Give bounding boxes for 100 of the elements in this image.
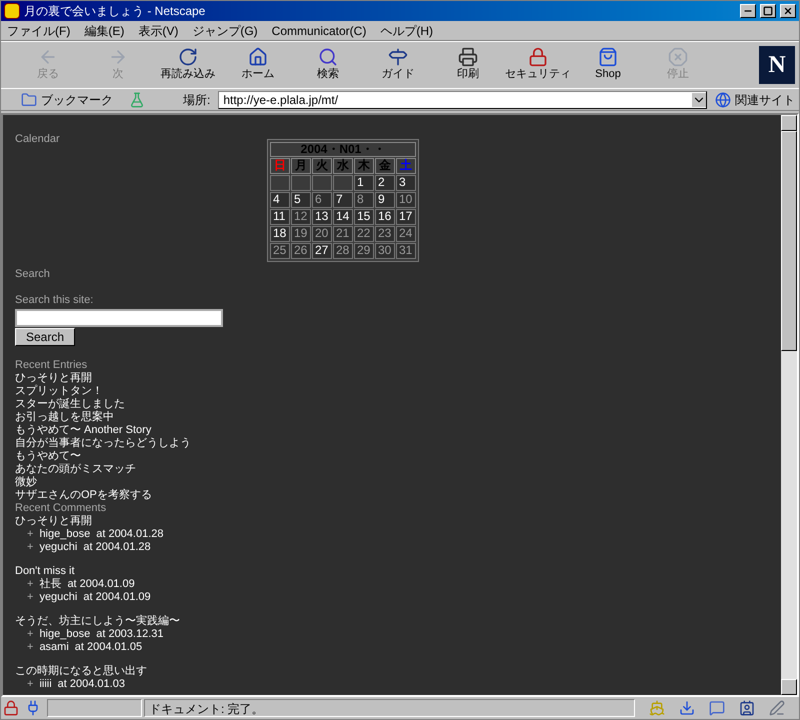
calendar-day-link[interactable]: 4 (270, 192, 290, 208)
entry-link[interactable]: スターが誕生しました (15, 398, 781, 411)
entry-link[interactable]: もうやめて〜 Another Story (15, 424, 781, 437)
post-link[interactable]: Don't miss it (15, 565, 781, 578)
menu-item[interactable]: Communicator(C) (272, 22, 366, 40)
scrollbar[interactable] (781, 115, 797, 695)
url-field[interactable]: http://ye-e.plala.jp/mt/ (218, 90, 707, 108)
calendar-day-link[interactable]: 15 (354, 209, 374, 225)
calendar-day: 23 (375, 226, 395, 242)
comment-date: at 2004.01.28 (83, 541, 151, 554)
calendar-day-link[interactable]: 14 (333, 209, 353, 225)
calendar-day: 25 (270, 243, 290, 259)
entry-link[interactable]: 自分が当事者になったらどうしよう (15, 437, 781, 450)
status-text: ドキュメント: 完了。 (149, 702, 264, 716)
calendar-day-link[interactable]: 16 (375, 209, 395, 225)
entry-link[interactable]: あなたの頭がミスマッチ (15, 463, 781, 476)
search-label: Search this site: (15, 294, 94, 307)
chat-icon[interactable] (709, 700, 725, 716)
bullet: + (27, 591, 34, 604)
download-icon[interactable] (679, 700, 695, 716)
pen-icon[interactable] (769, 700, 785, 716)
flask-icon (129, 92, 145, 108)
search-button[interactable]: Search (15, 328, 75, 346)
calendar-day-link[interactable]: 18 (270, 226, 290, 242)
search-field[interactable] (15, 309, 223, 327)
bullet: + (27, 528, 34, 541)
contact-card-icon[interactable] (739, 700, 755, 716)
comment-date: at 2004.01.03 (58, 678, 125, 691)
entry-link[interactable]: もうやめて〜 (15, 450, 781, 463)
calendar-day-link[interactable]: 17 (396, 209, 416, 225)
menu-item[interactable]: ヘルプ(H) (380, 22, 434, 40)
entry-link[interactable]: 微妙 (15, 476, 781, 489)
calendar-day-link[interactable]: 9 (375, 192, 395, 208)
post-link[interactable]: この時期になると思い出す (15, 665, 781, 678)
stop-icon (668, 47, 688, 67)
globe-icon (715, 92, 731, 108)
reload-icon (178, 47, 198, 67)
calendar-day-link[interactable]: 3 (396, 175, 416, 191)
app-icon (4, 3, 20, 19)
calendar-day: 31 (396, 243, 416, 259)
post-link[interactable]: ひっそりと再開 (15, 515, 781, 528)
maximize-icon (763, 6, 773, 16)
dropdown-icon (692, 92, 706, 106)
comment-author-link[interactable]: hige_bose (39, 528, 90, 541)
calendar-day-link[interactable]: 7 (333, 192, 353, 208)
calendar-day: 24 (396, 226, 416, 242)
calendar-day-link[interactable]: 11 (270, 209, 290, 225)
comment-author-link[interactable]: hige_bose (39, 628, 90, 641)
menu-item[interactable]: 表示(V) (138, 22, 178, 40)
calendar-day: 28 (333, 243, 353, 259)
comment-date: at 2004.01.05 (74, 641, 142, 654)
calendar-day: 29 (354, 243, 374, 259)
window-title: 月の裏で会いましょう - Netscape (24, 3, 206, 20)
comment-author-link[interactable]: yeguchi (39, 591, 78, 604)
comment-author-link[interactable]: asami (39, 641, 69, 654)
calendar-day-link[interactable]: 5 (291, 192, 311, 208)
entry-link[interactable]: お引っ越しを思案中 (15, 411, 781, 424)
toolbar-button[interactable]: Shop (575, 47, 641, 83)
menu-item[interactable]: ファイル(F) (7, 22, 70, 40)
calendar-day: 6 (312, 192, 332, 208)
toolbar-button[interactable]: 再読み込み (155, 47, 221, 83)
folder-icon (21, 92, 37, 108)
calendar-day-link[interactable]: 13 (312, 209, 332, 225)
section-heading: Recent Entries (15, 359, 88, 372)
toolbar-button[interactable]: 検索 (295, 47, 361, 83)
post-link[interactable]: そうだ、坊主にしよう〜実践編〜 (15, 615, 781, 628)
comment-author-link[interactable]: yeguchi (39, 541, 78, 554)
bullet: + (27, 641, 34, 654)
bullet: + (27, 678, 34, 691)
entry-link[interactable]: サザエさんのOPを考察する (15, 489, 781, 502)
comment-date: at 2004.01.09 (67, 578, 135, 591)
calendar-day-link[interactable]: 1 (354, 175, 374, 191)
comment-date: at 2004.01.09 (83, 591, 151, 604)
toolbar-button[interactable]: ホーム (225, 47, 291, 83)
calendar-day-link[interactable]: 2 (375, 175, 395, 191)
related-sites-button[interactable]: 関連サイト (715, 90, 795, 108)
calendar-day: 10 (396, 192, 416, 208)
weekday-header: 火 (312, 158, 332, 174)
comment-author-link[interactable]: iiiii (39, 678, 52, 691)
menu-item[interactable]: 編集(E) (84, 22, 124, 40)
weekday-header: 木 (354, 158, 374, 174)
calendar-day: 8 (354, 192, 374, 208)
bullet: + (27, 628, 34, 641)
menu-item[interactable]: ジャンプ(G) (192, 22, 258, 40)
minimize-button[interactable] (740, 4, 756, 18)
bookmarks-button[interactable]: ブックマーク (21, 90, 113, 108)
maximize-button[interactable] (760, 4, 776, 18)
calendar-day-link[interactable]: 27 (312, 243, 332, 259)
entry-link[interactable]: スプリットタン！ (15, 385, 781, 398)
toolbar-button[interactable]: 印刷 (435, 47, 501, 83)
close-button[interactable] (780, 4, 796, 18)
comment-author-link[interactable]: 社長 (39, 578, 62, 591)
section-heading: Calendar (15, 133, 61, 146)
section-heading: Search (15, 268, 51, 281)
entry-link[interactable]: ひっそりと再開 (15, 372, 781, 385)
search-icon (318, 47, 338, 67)
calendar-day: 20 (312, 226, 332, 242)
toolbar-button[interactable]: セキュリティ (505, 47, 571, 83)
toolbar-button[interactable]: ガイド (365, 47, 431, 83)
weekday-header: 日 (270, 158, 290, 174)
